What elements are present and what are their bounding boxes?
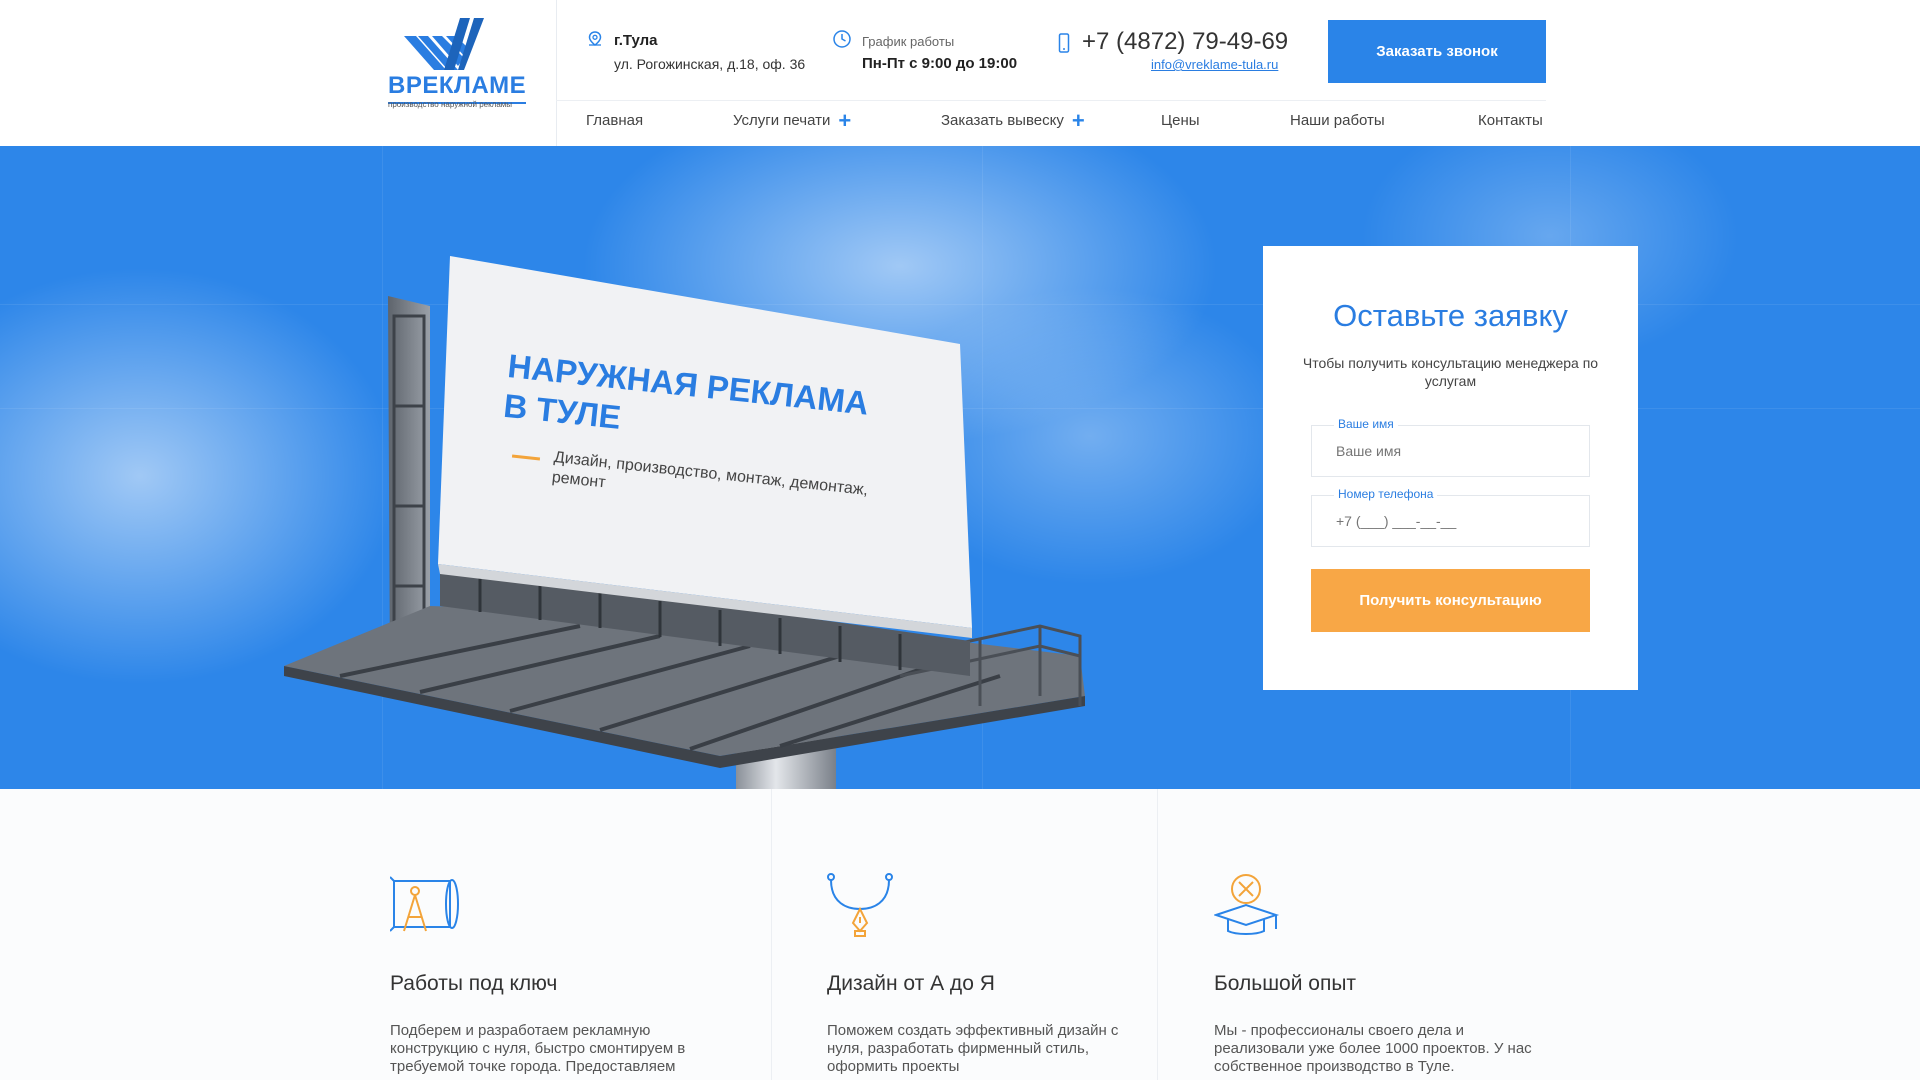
feature-text: Мы - профессионалы своего дела и реализо… — [1214, 1022, 1532, 1075]
plus-icon: + — [838, 107, 852, 133]
logo-tagline: производство наружной рекламы — [388, 100, 513, 109]
nav-item-label: Цены — [1161, 112, 1200, 129]
feature-title: Работы под ключ — [390, 972, 558, 995]
feature-title: Большой опыт — [1214, 972, 1357, 995]
logo-mark-icon — [404, 18, 484, 70]
phone-field: Номер телефона — [1311, 487, 1590, 547]
blueprint-compass-icon — [390, 876, 459, 932]
feature-text: Подберем и разработаем рекламную констру… — [390, 1022, 686, 1075]
nav-item-contacts[interactable]: Контакты — [1478, 112, 1543, 129]
pen-tool-icon — [827, 873, 893, 937]
phone-input[interactable] — [1334, 512, 1578, 530]
city-label: г.Тула — [614, 32, 658, 49]
nav-item-our-works[interactable]: Наши работы — [1290, 112, 1385, 129]
clock-icon — [833, 30, 851, 48]
logo-text: ВРЕКЛАМЕ — [388, 72, 527, 104]
form-title: Оставьте заявку — [1333, 298, 1568, 333]
request-form: Оставьте заявку Чтобы получить консульта… — [1263, 246, 1638, 690]
address-text: ул. Рогожинская, д.18, оф. 36 — [614, 56, 806, 72]
logo[interactable]: ВРЕКЛАМЕ производство наружной рекламы — [386, 18, 527, 114]
plus-icon: + — [1071, 107, 1085, 133]
feature-turnkey: Работы под ключ Подберем и разработаем р… — [390, 789, 730, 1080]
nav-item-order-sign[interactable]: Заказать вывеску + — [941, 107, 1085, 133]
nav-item-label: Заказать вывеску — [941, 112, 1064, 129]
features-section: Работы под ключ Подберем и разработаем р… — [0, 789, 1920, 1080]
nav-item-label: Главная — [586, 112, 644, 129]
nav-item-label: Наши работы — [1290, 112, 1385, 129]
name-field: Ваше имя — [1311, 417, 1590, 477]
graduation-cap-icon — [1214, 874, 1280, 935]
feature-title: Дизайн от А до Я — [827, 972, 995, 995]
feature-divider — [771, 789, 772, 1080]
order-call-button[interactable]: Заказать звонок — [1328, 20, 1546, 83]
site-header: ВРЕКЛАМЕ производство наружной рекламы г… — [0, 0, 1920, 146]
feature-text: Поможем создать эффективный дизайн с нул… — [827, 1022, 1119, 1075]
billboard-illustration — [284, 256, 1085, 789]
location-icon — [588, 31, 602, 46]
feature-experience: Большой опыт Мы - профессионалы своего д… — [1214, 789, 1554, 1080]
mobile-phone-icon — [1058, 33, 1070, 53]
header-rule — [556, 100, 1546, 101]
nav-item-label: Контакты — [1478, 112, 1543, 129]
header-divider — [556, 0, 557, 146]
name-input[interactable] — [1334, 442, 1578, 460]
nav-item-prices[interactable]: Цены — [1161, 112, 1200, 129]
nav-item-print-services[interactable]: Услуги печати + — [733, 107, 852, 133]
nav-item-home[interactable]: Главная — [586, 112, 643, 129]
feature-design: Дизайн от А до Я Поможем создать эффекти… — [827, 789, 1167, 1080]
schedule-label: График работы — [862, 34, 955, 49]
get-consultation-button[interactable]: Получить консультацию — [1311, 569, 1590, 632]
phone-field-label: Номер телефона — [1334, 487, 1438, 501]
name-field-label: Ваше имя — [1334, 417, 1398, 431]
email-link[interactable]: info@vreklame-tula.ru — [1151, 57, 1278, 72]
nav-item-label: Услуги печати — [733, 112, 831, 129]
schedule-value: Пн-Пт с 9:00 до 19:00 — [862, 55, 1018, 72]
phone-number[interactable]: +7 (4872) 79-49-69 — [1082, 28, 1288, 56]
form-subtitle: Чтобы получить консультацию менеджера по… — [1302, 355, 1599, 389]
